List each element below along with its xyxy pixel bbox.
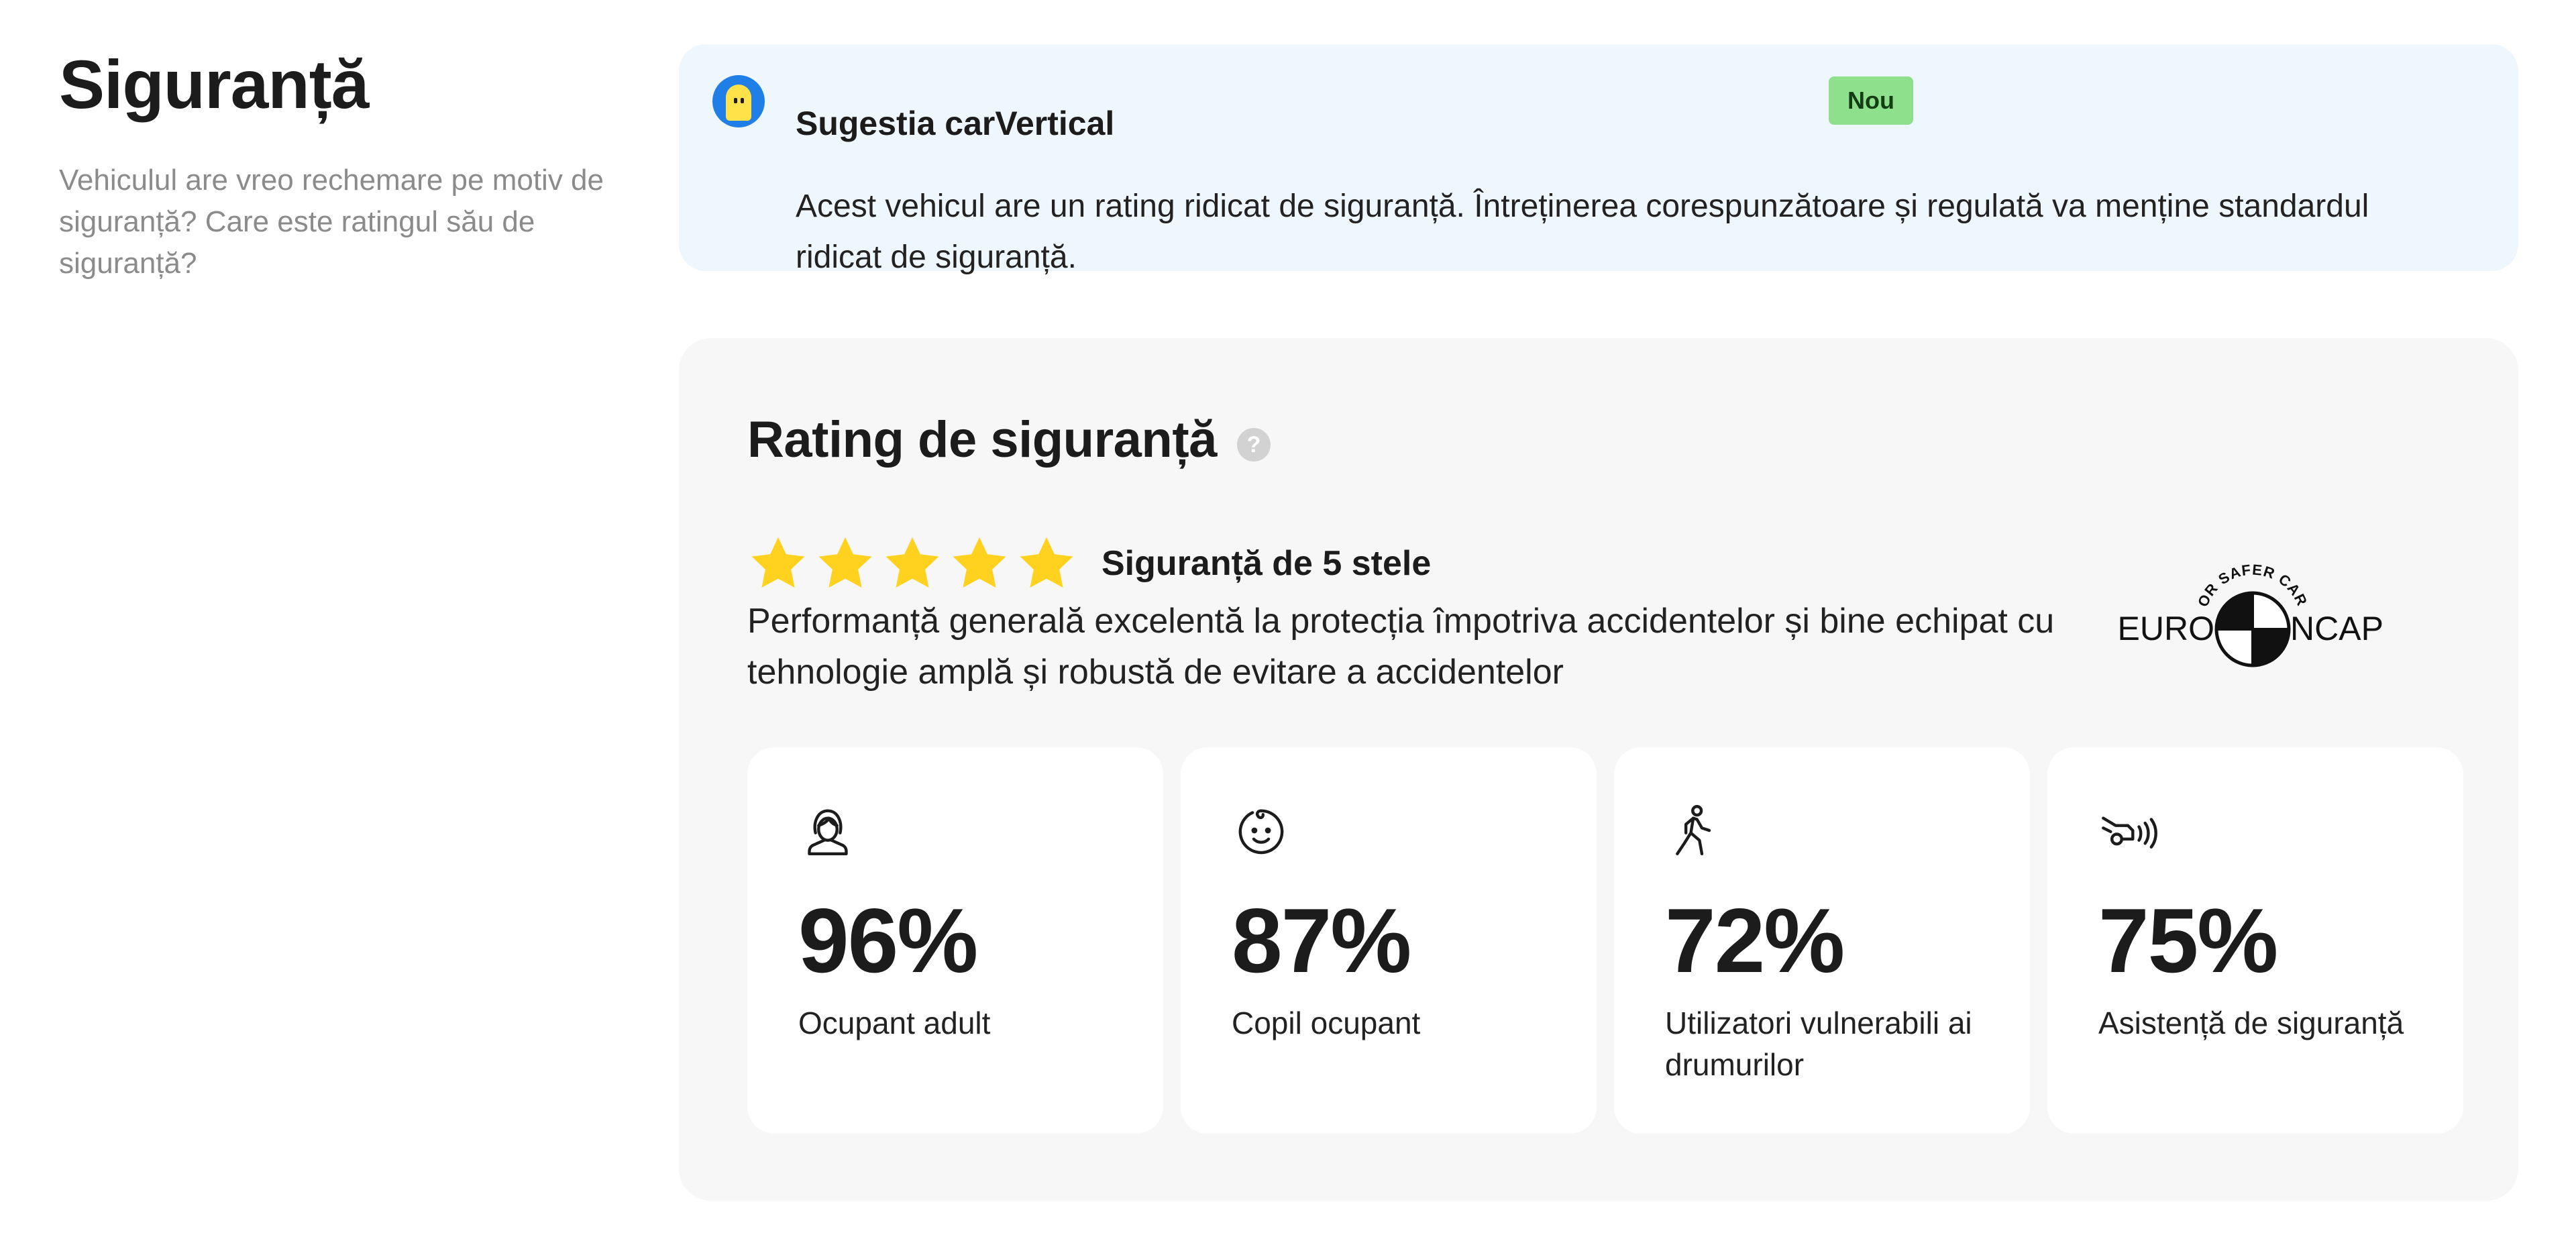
child-occupant-icon [1232, 801, 1291, 860]
safety-section: Siguranță Vehiculul are vreo rechemare p… [0, 0, 2576, 1243]
help-icon[interactable]: ? [1237, 428, 1271, 462]
rating-cards: 96% Ocupant adult 87% Copil ocupant 72% … [747, 747, 2463, 1134]
adult-occupant-label: Ocupant adult [798, 1006, 991, 1040]
rating-card-child-occupant: 87% Copil ocupant [1181, 747, 1597, 1134]
star-icon [1020, 537, 1073, 588]
star-icon [953, 537, 1006, 588]
svg-text:FOR SAFER CARS: FOR SAFER CARS [2118, 550, 2311, 610]
pedestrian-icon [1665, 801, 1724, 860]
intro-column: Siguranță Vehiculul are vreo rechemare p… [59, 47, 609, 284]
rating-description: Performanță generală excelentă la protec… [747, 602, 2055, 692]
ncap-left-text: EURO [2118, 610, 2214, 647]
ncap-top-text: FOR SAFER CARS [2118, 550, 2310, 610]
suggestion-box: Sugestia carVertical Nou Acest vehicul a… [679, 44, 2518, 275]
page-title: Siguranță [59, 46, 369, 123]
star-icon [751, 537, 805, 588]
safety-assist-icon [2098, 801, 2157, 860]
vulnerable-road-users-label: Utilizatori vulnerabili ai drumurilor [1665, 1006, 1972, 1082]
safety-rating-panel: Rating de siguranță ? Siguranță de 5 ste… [679, 338, 2518, 1201]
rating-card-vulnerable-road-users: 72% Utilizatori vulnerabili ai drumurilo… [1614, 747, 2030, 1134]
suggestion-title: Sugestia carVertical [796, 105, 1115, 142]
safety-assist-value: 75% [2098, 889, 2278, 991]
rating-card-safety-assist: 75% Asistență de siguranță [2047, 747, 2463, 1134]
adult-occupant-value: 96% [798, 889, 978, 991]
star-icon [818, 537, 872, 588]
star-rating [747, 533, 1077, 594]
child-occupant-label: Copil ocupant [1232, 1006, 1421, 1040]
vulnerable-road-users-value: 72% [1665, 889, 1845, 991]
rating-title: Rating de siguranță [747, 411, 1217, 468]
rating-card-adult-occupant: 96% Ocupant adult [747, 747, 1163, 1134]
suggestion-text: Acest vehicul are un rating ridicat de s… [796, 188, 2369, 275]
adult-occupant-icon [798, 801, 857, 860]
ncap-right-text: NCAP [2290, 610, 2383, 647]
intro-description: Vehiculul are vreo rechemare pe motiv de… [59, 164, 604, 280]
carvertical-logo-icon [712, 75, 765, 127]
star-icon [885, 537, 939, 588]
child-occupant-value: 87% [1232, 889, 1411, 991]
euro-ncap-logo: FOR SAFER CARS EURO NCAP [2118, 550, 2383, 667]
stars-label: Siguranță de 5 stele [1102, 544, 1432, 583]
safety-assist-label: Asistență de siguranță [2098, 1006, 2404, 1040]
new-badge: Nou [1829, 76, 1913, 125]
